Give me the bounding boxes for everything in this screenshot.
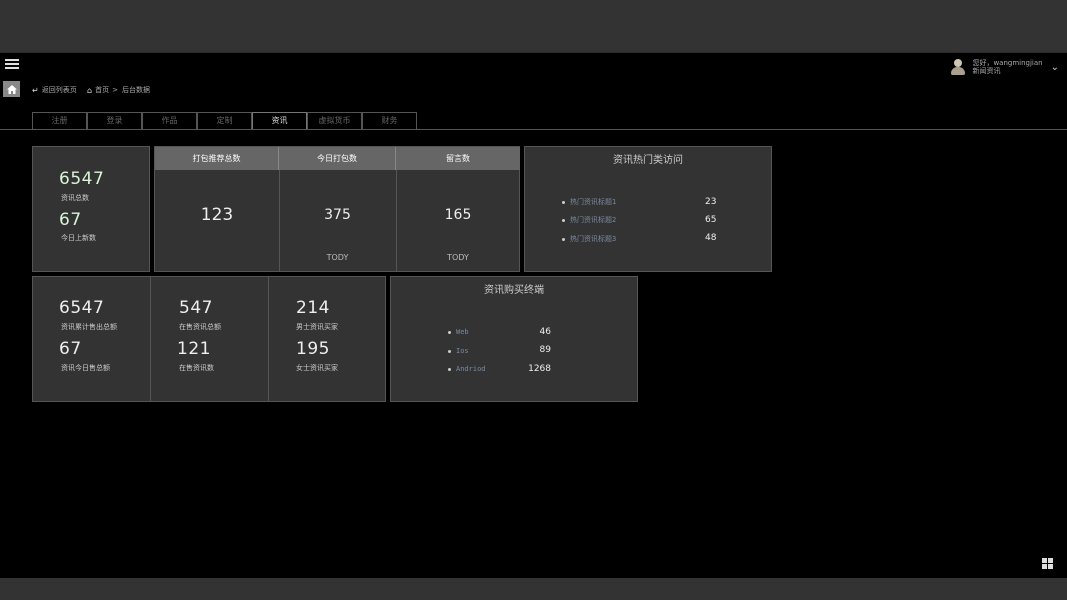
breadcrumb-home-link[interactable]: ⌂ 首页 > <box>87 85 118 95</box>
tab-finance[interactable]: 财务 <box>362 112 417 129</box>
pack-stats-card: 打包推荐总数 今日打包数 留言数 123 375 165 TODY TODY <box>154 146 520 272</box>
breadcrumb: ↵ 返回列表页 ⌂ 首页 > 后台数据 <box>0 80 1067 100</box>
bullet-icon <box>562 200 565 204</box>
summary-card: 6547 资讯总数 67 今日上新数 <box>32 146 150 272</box>
pack-header-recommend: 打包推荐总数 <box>155 147 279 170</box>
terminal-name[interactable]: Web <box>456 328 469 336</box>
tab-divider <box>0 129 1067 130</box>
tab-login[interactable]: 登录 <box>87 112 142 129</box>
hot-item-value: 23 <box>705 197 717 207</box>
list-item[interactable]: 热门资讯标题2 <box>562 215 616 225</box>
top-frame-band <box>0 0 1067 52</box>
pack-comments-footer: TODY <box>447 253 469 262</box>
today-sold-label: 资讯今日售总额 <box>61 364 110 372</box>
hamburger-menu-icon[interactable] <box>5 57 19 73</box>
tab-virtual-currency[interactable]: 虚拟货币 <box>307 112 362 129</box>
user-info: 您好，wangmingjian 新闻资讯 <box>972 59 1042 75</box>
hot-news-title: 资讯热门类访问 <box>613 155 683 166</box>
home-icon-button[interactable] <box>3 81 20 97</box>
on-sale-count-value: 121 <box>177 339 211 359</box>
tab-custom[interactable]: 定制 <box>197 112 252 129</box>
hot-item-value: 65 <box>705 215 717 225</box>
terminal-value: 46 <box>539 327 551 337</box>
hot-news-card: 资讯热门类访问 热门资讯标题1 23 热门资讯标题2 65 热门资讯标题3 48 <box>524 146 772 272</box>
tab-news[interactable]: 资讯 <box>252 112 307 129</box>
return-arrow-icon: ↵ <box>32 85 39 95</box>
breadcrumb-current-label: 后台数据 <box>122 86 150 94</box>
pack-today-footer: TODY <box>326 253 349 262</box>
total-news-value: 6547 <box>59 169 105 189</box>
tab-register[interactable]: 注册 <box>32 112 87 129</box>
chevron-down-icon[interactable]: ⌄ <box>1051 62 1059 73</box>
new-today-value: 67 <box>59 210 82 230</box>
list-item[interactable]: 热门资讯标题1 <box>562 197 616 207</box>
tab-works[interactable]: 作品 <box>142 112 197 129</box>
bullet-icon <box>562 237 565 241</box>
pack-header-today: 今日打包数 <box>279 147 396 170</box>
hot-item-name[interactable]: 热门资讯标题2 <box>570 215 616 225</box>
total-sold-label: 资讯累计售出总额 <box>61 323 117 331</box>
hot-item-name[interactable]: 热门资讯标题1 <box>570 197 616 207</box>
new-today-label: 今日上新数 <box>61 234 96 242</box>
list-item[interactable]: Web <box>448 328 469 336</box>
breadcrumb-separator: > <box>112 86 118 94</box>
back-link-label: 返回列表页 <box>41 86 77 94</box>
female-buyers-label: 女士资讯买家 <box>296 364 338 372</box>
pack-header-comments: 留言数 <box>396 147 520 170</box>
pack-today-value: 375 <box>324 207 351 223</box>
terminal-title: 资讯购买终端 <box>484 285 544 296</box>
sales-divider <box>150 277 151 401</box>
bullet-icon <box>448 349 451 353</box>
back-to-list-link[interactable]: ↵ 返回列表页 <box>32 85 77 95</box>
terminal-name[interactable]: Ios <box>456 347 469 355</box>
breadcrumb-current: 后台数据 <box>122 85 150 95</box>
sales-card: 6547 资讯累计售出总额 67 资讯今日售总额 547 在售资讯总额 121 … <box>32 276 386 402</box>
on-sale-total-label: 在售资讯总额 <box>179 323 221 331</box>
list-item[interactable]: 热门资讯标题3 <box>562 234 616 244</box>
user-role: 新闻资讯 <box>972 67 1001 75</box>
avatar[interactable] <box>950 58 966 76</box>
terminal-name[interactable]: Andriod <box>456 365 486 373</box>
total-news-label: 资讯总数 <box>61 194 89 202</box>
list-item[interactable]: Andriod <box>448 365 486 373</box>
pack-comments-value: 165 <box>444 207 472 223</box>
sales-divider <box>268 277 269 401</box>
purchase-terminal-card: 资讯购买终端 Web 46 Ios 89 Andriod 1268 <box>390 276 638 402</box>
bottom-frame-band <box>0 578 1067 600</box>
house-icon: ⌂ <box>87 85 93 95</box>
hot-item-name[interactable]: 热门资讯标题3 <box>570 234 616 244</box>
user-greeting: 您好，wangmingjian <box>972 59 1043 67</box>
today-sold-value: 67 <box>59 339 82 359</box>
bullet-icon <box>448 367 451 371</box>
total-sold-value: 6547 <box>59 298 105 318</box>
male-buyers-label: 男士资讯买家 <box>296 323 338 331</box>
bullet-icon <box>562 218 565 222</box>
hot-item-value: 48 <box>705 233 717 243</box>
bullet-icon <box>448 330 451 334</box>
terminal-value: 1268 <box>528 364 551 374</box>
user-menu[interactable]: 您好，wangmingjian 新闻资讯 ⌄ <box>950 57 1059 77</box>
female-buyers-value: 195 <box>296 339 330 359</box>
male-buyers-value: 214 <box>296 298 330 318</box>
pack-recommend-value: 123 <box>200 205 234 225</box>
on-sale-total-value: 547 <box>179 298 213 318</box>
grid-icon[interactable] <box>1042 558 1053 569</box>
terminal-value: 89 <box>539 345 551 355</box>
list-item[interactable]: Ios <box>448 347 469 355</box>
breadcrumb-home-label: 首页 <box>95 86 110 94</box>
section-tabs: 注册 登录 作品 定制 资讯 虚拟货币 财务 <box>32 112 417 129</box>
top-navbar: 您好，wangmingjian 新闻资讯 ⌄ <box>0 52 1067 78</box>
on-sale-count-label: 在售资讯数 <box>179 364 214 372</box>
